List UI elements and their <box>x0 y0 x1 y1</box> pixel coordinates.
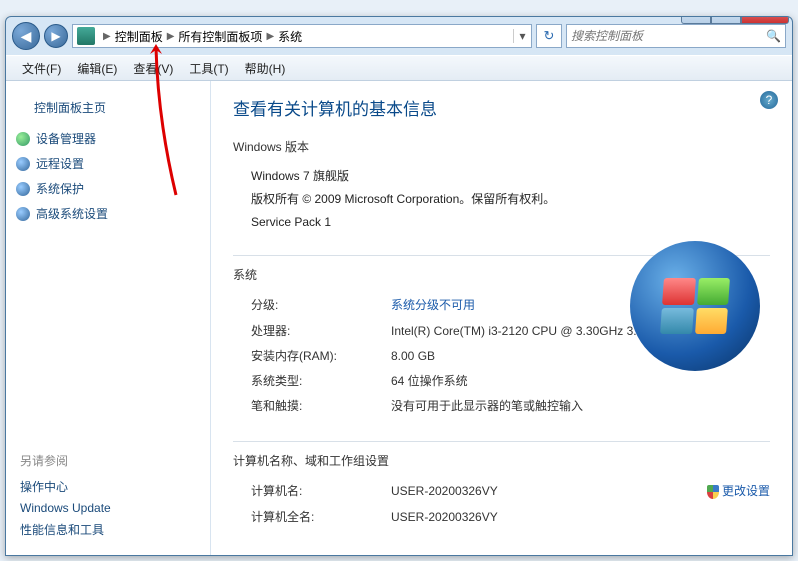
maximize-button[interactable]: ❐ <box>711 16 741 24</box>
sidebar-item-label: 设备管理器 <box>36 130 96 147</box>
section-computer-name: 计算机名称、域和工作组设置 <box>233 452 770 469</box>
bullet-icon <box>16 207 30 221</box>
sidebar-item-advanced[interactable]: 高级系统设置 <box>16 201 200 226</box>
page-title: 查看有关计算机的基本信息 <box>233 95 770 120</box>
sidebar-item-protection[interactable]: 系统保护 <box>16 176 200 201</box>
copyright-text: 版权所有 © 2009 Microsoft Corporation。保留所有权利… <box>251 188 770 211</box>
full-name-label: 计算机全名: <box>251 505 391 530</box>
menu-view[interactable]: 查看(V) <box>125 58 181 79</box>
windows-logo-icon <box>630 241 760 371</box>
change-settings-link[interactable]: 更改设置 <box>707 479 770 504</box>
sidebar-footer-action-center[interactable]: 操作中心 <box>16 475 200 498</box>
menu-bar: 文件(F) 编辑(E) 查看(V) 工具(T) 帮助(H) <box>6 55 792 81</box>
bullet-icon <box>16 132 30 146</box>
chevron-right-icon: ▶ <box>99 31 115 42</box>
sidebar-footer-performance[interactable]: 性能信息和工具 <box>16 518 200 541</box>
search-input[interactable] <box>571 29 766 43</box>
search-box[interactable]: 🔍 <box>566 24 786 48</box>
service-pack: Service Pack 1 <box>251 211 770 234</box>
divider <box>233 441 770 442</box>
search-icon[interactable]: 🔍 <box>766 29 781 43</box>
minimize-button[interactable]: — <box>681 16 711 24</box>
full-name-value: USER-20200326VY <box>391 505 770 530</box>
pen-label: 笔和触摸: <box>251 394 391 419</box>
cpu-label: 处理器: <box>251 319 391 344</box>
sidebar-see-also: 另请参阅 <box>20 452 200 469</box>
sidebar-item-device-manager[interactable]: 设备管理器 <box>16 126 200 151</box>
close-button[interactable]: ✕ <box>741 16 789 24</box>
breadcrumb-all-items[interactable]: 所有控制面板项 <box>178 28 262 45</box>
ram-label: 安装内存(RAM): <box>251 344 391 369</box>
type-value: 64 位操作系统 <box>391 369 770 394</box>
sidebar-item-label: 高级系统设置 <box>36 205 108 222</box>
back-button[interactable]: ◀ <box>12 22 40 50</box>
address-bar[interactable]: ▶ 控制面板 ▶ 所有控制面板项 ▶ 系统 ▾ <box>72 24 532 48</box>
chevron-right-icon: ▶ <box>262 31 278 42</box>
menu-edit[interactable]: 编辑(E) <box>69 58 125 79</box>
menu-help[interactable]: 帮助(H) <box>237 58 294 79</box>
computer-name-value: USER-20200326VY 更改设置 <box>391 479 770 504</box>
rating-label: 分级: <box>251 293 391 318</box>
address-dropdown-icon[interactable]: ▾ <box>513 29 531 43</box>
sidebar-footer-windows-update[interactable]: Windows Update <box>16 498 200 518</box>
help-icon[interactable]: ? <box>760 91 778 109</box>
sidebar-home-link[interactable]: 控制面板主页 <box>34 99 200 116</box>
breadcrumb-control-panel[interactable]: 控制面板 <box>115 28 163 45</box>
menu-tools[interactable]: 工具(T) <box>181 58 236 79</box>
sidebar-item-remote[interactable]: 远程设置 <box>16 151 200 176</box>
computer-name-label: 计算机名: <box>251 479 391 504</box>
refresh-button[interactable]: ↻ <box>536 24 562 48</box>
main-panel: ? 查看有关计算机的基本信息 Windows 版本 Windows 7 旗舰版 … <box>211 81 792 555</box>
bullet-icon <box>16 182 30 196</box>
type-label: 系统类型: <box>251 369 391 394</box>
edition-name: Windows 7 旗舰版 <box>251 165 770 188</box>
breadcrumb-system[interactable]: 系统 <box>278 28 302 45</box>
computer-icon <box>77 27 95 45</box>
pen-value: 没有可用于此显示器的笔或触控输入 <box>391 394 770 419</box>
menu-file[interactable]: 文件(F) <box>14 58 69 79</box>
sidebar-item-label: 远程设置 <box>36 155 84 172</box>
sidebar: 控制面板主页 设备管理器 远程设置 系统保护 高级系统设置 另请参阅 操作中心 … <box>6 81 211 555</box>
forward-button[interactable]: ▶ <box>44 24 68 48</box>
shield-icon <box>707 485 719 499</box>
bullet-icon <box>16 157 30 171</box>
chevron-right-icon: ▶ <box>163 31 179 42</box>
section-windows-edition: Windows 版本 <box>233 138 770 155</box>
sidebar-item-label: 系统保护 <box>36 180 84 197</box>
